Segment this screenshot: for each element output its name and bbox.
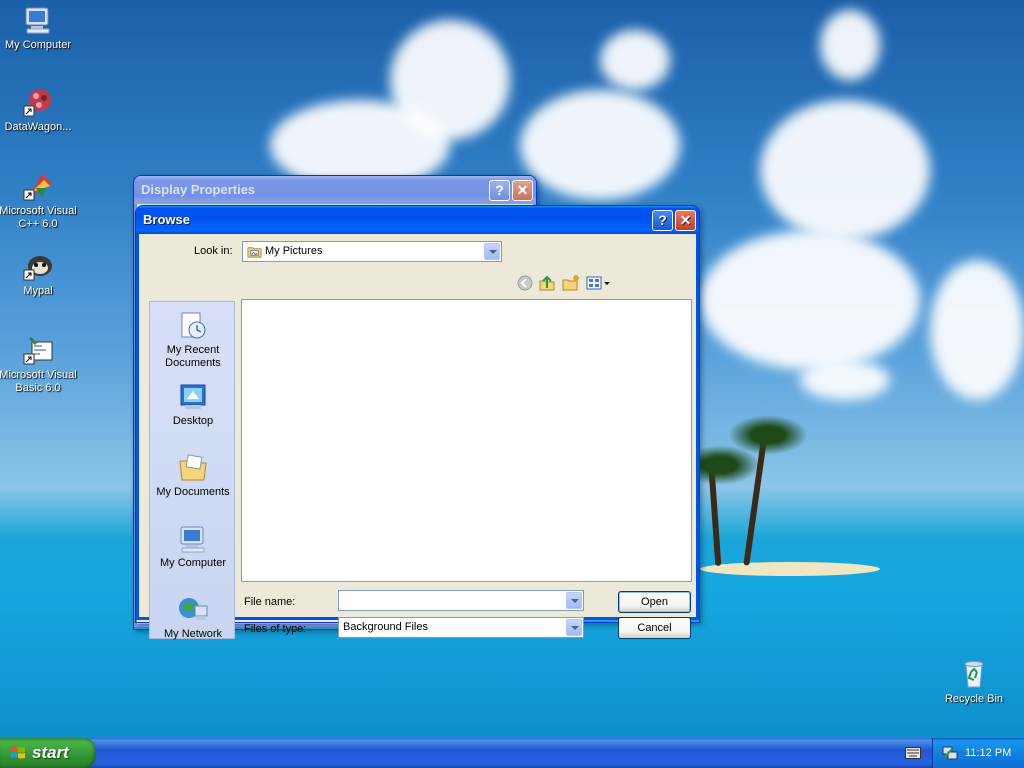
browse-titlebar[interactable]: Browse ? ✕ bbox=[136, 206, 699, 234]
window-title: Browse bbox=[143, 212, 190, 227]
cloud bbox=[700, 230, 920, 370]
desktop-icon bbox=[180, 384, 206, 409]
desktop-icon-visual-basic[interactable]: Microsoft Visual Basic 6.0 bbox=[0, 334, 78, 395]
my-network-icon bbox=[179, 598, 208, 620]
desktop-icon-label: My Computer bbox=[4, 39, 72, 51]
cloud bbox=[600, 30, 670, 90]
cancel-button-label: Cancel bbox=[637, 622, 672, 634]
start-button[interactable]: start bbox=[0, 738, 96, 768]
files-of-type-label: Files of type: bbox=[244, 623, 307, 635]
desktop-icon-my-computer[interactable]: My Computer bbox=[0, 4, 78, 52]
view-menu-icon[interactable] bbox=[585, 273, 611, 293]
cloud bbox=[800, 360, 890, 400]
palm-leaves bbox=[728, 415, 808, 455]
desktop-icon-label: Mypal bbox=[23, 285, 53, 297]
cloud bbox=[520, 90, 680, 200]
cloud bbox=[930, 260, 1024, 400]
help-glyph: ? bbox=[495, 182, 504, 198]
place-label: My Documents bbox=[156, 486, 230, 498]
open-button-label: Open bbox=[641, 596, 668, 608]
help-button[interactable]: ? bbox=[652, 210, 673, 231]
place-desktop[interactable]: Desktop bbox=[150, 381, 236, 428]
system-tray: 11:12 PM bbox=[932, 738, 1024, 768]
up-one-level-icon[interactable] bbox=[537, 273, 557, 293]
file-list[interactable] bbox=[241, 299, 692, 582]
close-button[interactable]: ✕ bbox=[512, 180, 533, 201]
my-pictures-folder-icon bbox=[247, 247, 262, 258]
network-tray-icon[interactable] bbox=[942, 745, 958, 761]
desktop-icon-label: DataWagon... bbox=[4, 121, 72, 133]
island bbox=[700, 562, 880, 576]
windows-logo-icon bbox=[11, 746, 25, 759]
place-label: Desktop bbox=[172, 415, 214, 427]
place-label: My Network bbox=[163, 628, 223, 640]
desktop-icon-label: Recycle Bin bbox=[944, 693, 1004, 705]
taskbar: start 11:12 PM bbox=[0, 738, 1024, 768]
cloud bbox=[760, 100, 930, 240]
look-in-label: Look in: bbox=[194, 245, 233, 257]
chevron-down-icon[interactable] bbox=[566, 619, 582, 636]
place-my-recent-documents[interactable]: My Recent Documents bbox=[150, 310, 236, 370]
file-name-label: File name: bbox=[244, 596, 296, 608]
place-my-computer[interactable]: My Computer bbox=[150, 523, 236, 570]
places-bar: My Recent Documents Desktop My Documents… bbox=[149, 301, 236, 641]
desktop-icon-visual-cpp[interactable]: Microsoft Visual C++ 6.0 bbox=[0, 170, 78, 231]
chevron-down-icon[interactable] bbox=[484, 243, 500, 260]
cancel-button[interactable]: Cancel bbox=[618, 617, 691, 639]
look-in-dropdown[interactable]: My Pictures bbox=[242, 241, 502, 262]
cloud bbox=[390, 20, 510, 140]
close-button[interactable]: ✕ bbox=[675, 210, 696, 231]
mypal-shortcut-icon bbox=[23, 256, 52, 281]
chevron-down-icon[interactable] bbox=[566, 592, 582, 609]
display-properties-titlebar[interactable]: Display Properties ? ✕ bbox=[134, 176, 536, 204]
help-button[interactable]: ? bbox=[489, 180, 510, 201]
close-icon: ✕ bbox=[516, 182, 529, 198]
my-computer-icon bbox=[25, 7, 50, 34]
files-of-type-value: Background Files bbox=[343, 621, 428, 633]
cloud bbox=[820, 10, 880, 80]
recent-documents-icon bbox=[181, 312, 206, 339]
datawagon-shortcut-icon bbox=[23, 89, 51, 117]
browse-client: Look in: My Pictures My Recent Documents… bbox=[136, 234, 699, 640]
my-documents-icon bbox=[179, 454, 207, 481]
start-label: start bbox=[32, 743, 69, 762]
browse-dialog: Browse ? ✕ Look in: My Pictures My Recen… bbox=[135, 205, 700, 640]
place-my-documents[interactable]: My Documents bbox=[150, 452, 236, 499]
files-of-type-dropdown[interactable]: Background Files bbox=[338, 617, 584, 638]
keyboard-icon[interactable] bbox=[905, 747, 921, 759]
desktop-icon-datawagon[interactable]: DataWagon... bbox=[0, 86, 78, 134]
new-folder-icon[interactable] bbox=[561, 273, 581, 293]
visual-basic-shortcut-icon bbox=[23, 336, 53, 365]
my-computer-icon bbox=[180, 526, 205, 553]
file-name-input[interactable] bbox=[338, 590, 584, 611]
place-label: My Recent Documents bbox=[165, 344, 221, 369]
desktop-icon-label: Microsoft Visual C++ 6.0 bbox=[0, 205, 77, 230]
look-in-value: My Pictures bbox=[265, 245, 323, 257]
close-icon: ✕ bbox=[679, 212, 692, 228]
window-title: Display Properties bbox=[141, 182, 256, 197]
help-glyph: ? bbox=[658, 212, 667, 228]
place-label: My Computer bbox=[159, 557, 227, 569]
back-icon[interactable] bbox=[515, 273, 535, 293]
desktop-icon-mypal[interactable]: Mypal bbox=[0, 250, 78, 298]
place-my-network[interactable]: My Network bbox=[150, 594, 236, 641]
desktop-icon-recycle-bin[interactable]: Recycle Bin bbox=[934, 658, 1014, 706]
clock[interactable]: 11:12 PM bbox=[965, 738, 1011, 768]
visual-cpp-shortcut-icon bbox=[23, 174, 52, 201]
desktop-icon-label: Microsoft Visual Basic 6.0 bbox=[0, 369, 77, 394]
recycle-bin-icon bbox=[964, 661, 984, 688]
open-button[interactable]: Open bbox=[618, 591, 691, 613]
